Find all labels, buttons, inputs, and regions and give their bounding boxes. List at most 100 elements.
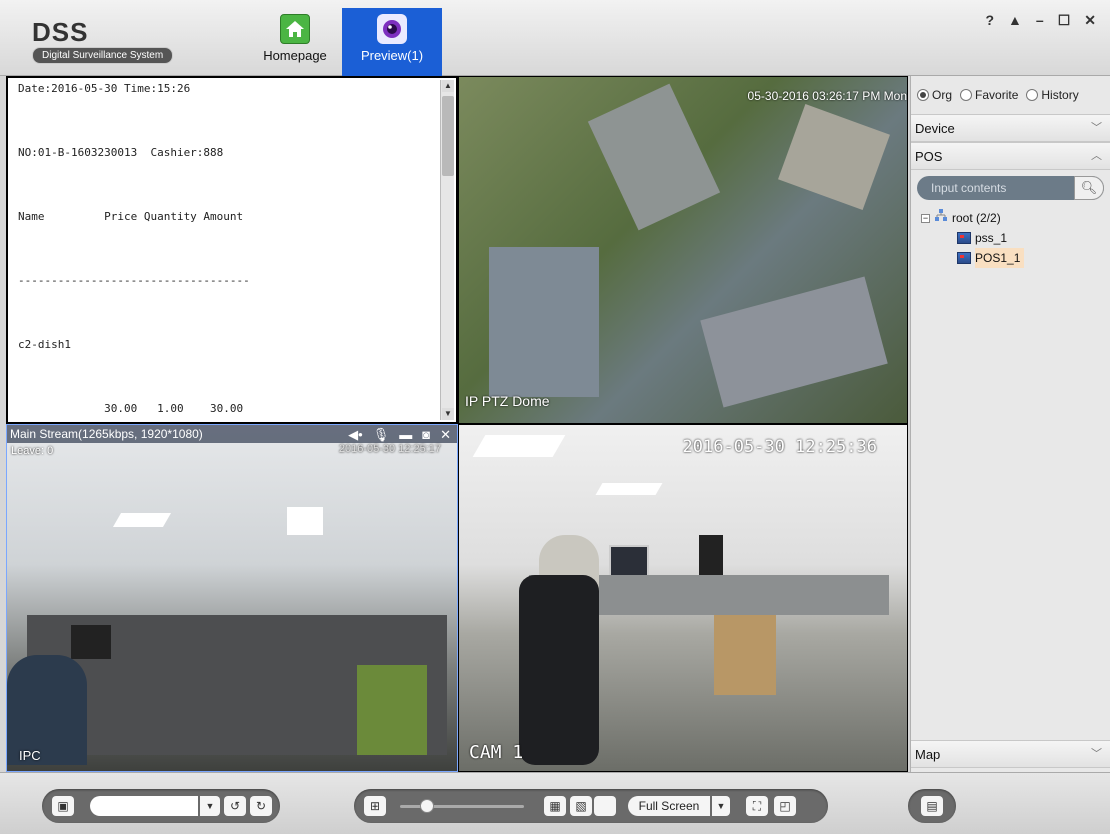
chevron-up-icon: ︿: [1091, 150, 1102, 162]
grid-layout-icon[interactable]: ▦: [544, 796, 566, 816]
radio-checked-icon: [917, 89, 929, 101]
help-icon[interactable]: ?: [985, 12, 994, 29]
pos-scrollbar[interactable]: ▲ ▼: [440, 80, 454, 420]
search-icon: 🔍︎: [1080, 180, 1098, 195]
pos-receipt: Date:2016-05-30 Time:15:26 NO:01-B-16032…: [18, 82, 428, 422]
tree-node-label: root (2/2): [952, 211, 1001, 225]
radio-label: History: [1041, 88, 1079, 102]
radio-history[interactable]: History: [1026, 88, 1079, 102]
video-pane-ipc[interactable]: Main Stream(1265kbps, 1920*1080) ◀• 🎙︎ ▬…: [6, 424, 458, 772]
maximize-icon[interactable]: ☐: [1058, 12, 1071, 29]
section-pos[interactable]: POS ︿: [911, 142, 1110, 170]
scroll-up-icon[interactable]: ▲: [442, 80, 454, 92]
radio-org[interactable]: Org: [917, 88, 952, 102]
section-map-label: Map: [915, 747, 941, 762]
layout-slider-track[interactable]: [400, 805, 524, 808]
collapse-icon[interactable]: −: [921, 213, 930, 223]
close-pane-icon[interactable]: ✕: [440, 426, 451, 444]
pane-tools: ◀• 🎙︎ ▬ ◙ ✕: [348, 426, 451, 444]
chevron-down-icon: ﹀: [1091, 122, 1102, 134]
ipc-osd: Leave: 0: [11, 445, 54, 457]
chevron-down-icon: ﹀: [1091, 748, 1102, 760]
rotate-right-icon[interactable]: ↻: [250, 796, 272, 816]
split-2x2-icon[interactable]: ⊞: [364, 796, 386, 816]
window-controls: ? ▲ – ☐ ✕: [985, 12, 1096, 29]
logo-text: DSS: [32, 17, 89, 47]
close-icon[interactable]: ✕: [1084, 12, 1096, 29]
scroll-down-icon[interactable]: ▼: [442, 408, 454, 420]
logo-subtitle: Digital Surveillance System: [32, 47, 174, 64]
extra-controls: ▤: [908, 789, 956, 823]
pos-line: 30.00 1.00 30.00: [18, 402, 244, 415]
ipc-timestamp: 2016-05-30 12:25:17: [338, 443, 441, 455]
rotate-left-icon[interactable]: ↺: [224, 796, 246, 816]
ceiling-light: [472, 435, 566, 457]
video-grid: Date:2016-05-30 Time:15:26 NO:01-B-16032…: [6, 76, 908, 772]
stream-select[interactable]: [90, 796, 198, 816]
pos-device-icon: [957, 232, 971, 244]
section-map[interactable]: Map ﹀: [911, 740, 1110, 768]
section-device[interactable]: Device ﹀: [911, 114, 1110, 142]
tree-node-root[interactable]: − root (2/2): [911, 208, 1110, 228]
home-icon: [280, 14, 310, 44]
fit-screen-icon[interactable]: ⛶: [746, 796, 768, 816]
fullscreen-button[interactable]: Full Screen: [628, 796, 710, 816]
video-pane-pos[interactable]: Date:2016-05-30 Time:15:26 NO:01-B-16032…: [6, 76, 458, 424]
chair: [357, 665, 427, 755]
minimize-icon[interactable]: –: [1036, 12, 1044, 29]
tab-homepage[interactable]: Homepage: [245, 8, 345, 76]
search-button[interactable]: 🔍︎: [1074, 176, 1104, 200]
app-logo: DSS Digital Surveillance System: [32, 17, 174, 64]
tree-node-pss[interactable]: pss_1: [911, 228, 1110, 248]
pos-line: c2-dish1: [18, 338, 71, 351]
radio-unchecked-icon: [960, 89, 973, 101]
title-bar: DSS Digital Surveillance System Homepage…: [0, 0, 1110, 76]
pos-line: NO:01-B-1603230013 Cashier:888: [18, 146, 224, 159]
video-pane-ptz[interactable]: 05-30-2016 03:26:17 PM Mon IP PTZ Dome: [458, 76, 908, 424]
right-panel: Org Favorite History Device ﹀ POS ︿ 🔍︎ −: [910, 76, 1110, 772]
cam1-label: CAM 1: [469, 742, 524, 763]
search-box: 🔍︎: [917, 176, 1104, 200]
search-input[interactable]: [917, 176, 1067, 200]
layout-slider-knob[interactable]: [420, 799, 434, 813]
tv-wall-icon[interactable]: ▤: [921, 796, 943, 816]
radio-label: Org: [932, 88, 953, 102]
monitor: [699, 535, 723, 575]
pos-line: Name Price Quantity Amount: [18, 210, 244, 223]
section-device-label: Device: [915, 121, 955, 136]
microphone-icon[interactable]: 🎙︎: [373, 426, 390, 444]
tree-node-label: pss_1: [975, 231, 1008, 245]
tab-homepage-label: Homepage: [263, 48, 327, 63]
tree-mode-radios: Org Favorite History: [911, 76, 1110, 114]
record-icon[interactable]: ▬: [399, 426, 412, 444]
stream-info-bar: Main Stream(1265kbps, 1920*1080) ◀• 🎙︎ ▬…: [7, 425, 457, 443]
scroll-thumb[interactable]: [442, 96, 454, 176]
chair: [519, 575, 599, 765]
pos-device-icon: [957, 252, 971, 264]
snapshot-icon[interactable]: ◙: [422, 426, 430, 444]
video-pane-cam1[interactable]: 2016-05-30 12:25:36 CAM 1: [458, 424, 908, 772]
ceiling-light: [112, 513, 172, 527]
cam1-timestamp: 2016-05-30 12:25:36: [682, 437, 877, 457]
layout-controls: ⊞ ▦ ▧ Full Screen ▼ ⛶ ◰: [354, 789, 828, 823]
pos-line: -----------------------------------: [18, 274, 250, 287]
audio-icon[interactable]: ◀•: [348, 426, 363, 444]
stream-controls: ▣ ▼ ↺ ↻: [42, 789, 280, 823]
tab-preview-label: Preview(1): [360, 48, 424, 63]
pos-tree: − root (2/2) pss_1 POS1_1: [911, 208, 1110, 268]
ceiling-light: [595, 483, 663, 495]
ipc-label: IPC: [19, 748, 41, 763]
radio-unchecked-icon: [1026, 89, 1039, 101]
radio-favorite[interactable]: Favorite: [960, 88, 1018, 102]
fullscreen-dropdown-icon[interactable]: ▼: [712, 796, 730, 816]
section-pos-label: POS: [915, 149, 943, 164]
dropdown-arrow-icon[interactable]: ▼: [200, 796, 220, 816]
pip-icon[interactable]: ◰: [774, 796, 796, 816]
save-icon[interactable]: ▣: [52, 796, 74, 816]
tree-node-pos1[interactable]: POS1_1: [911, 248, 1110, 268]
tab-preview[interactable]: Preview(1): [342, 8, 442, 76]
camera-icon: [377, 14, 407, 44]
custom-layout-icon[interactable]: ▧: [570, 796, 592, 816]
pos-line: Date:2016-05-30 Time:15:26: [18, 82, 191, 95]
lock-icon[interactable]: ▲: [1008, 12, 1022, 29]
